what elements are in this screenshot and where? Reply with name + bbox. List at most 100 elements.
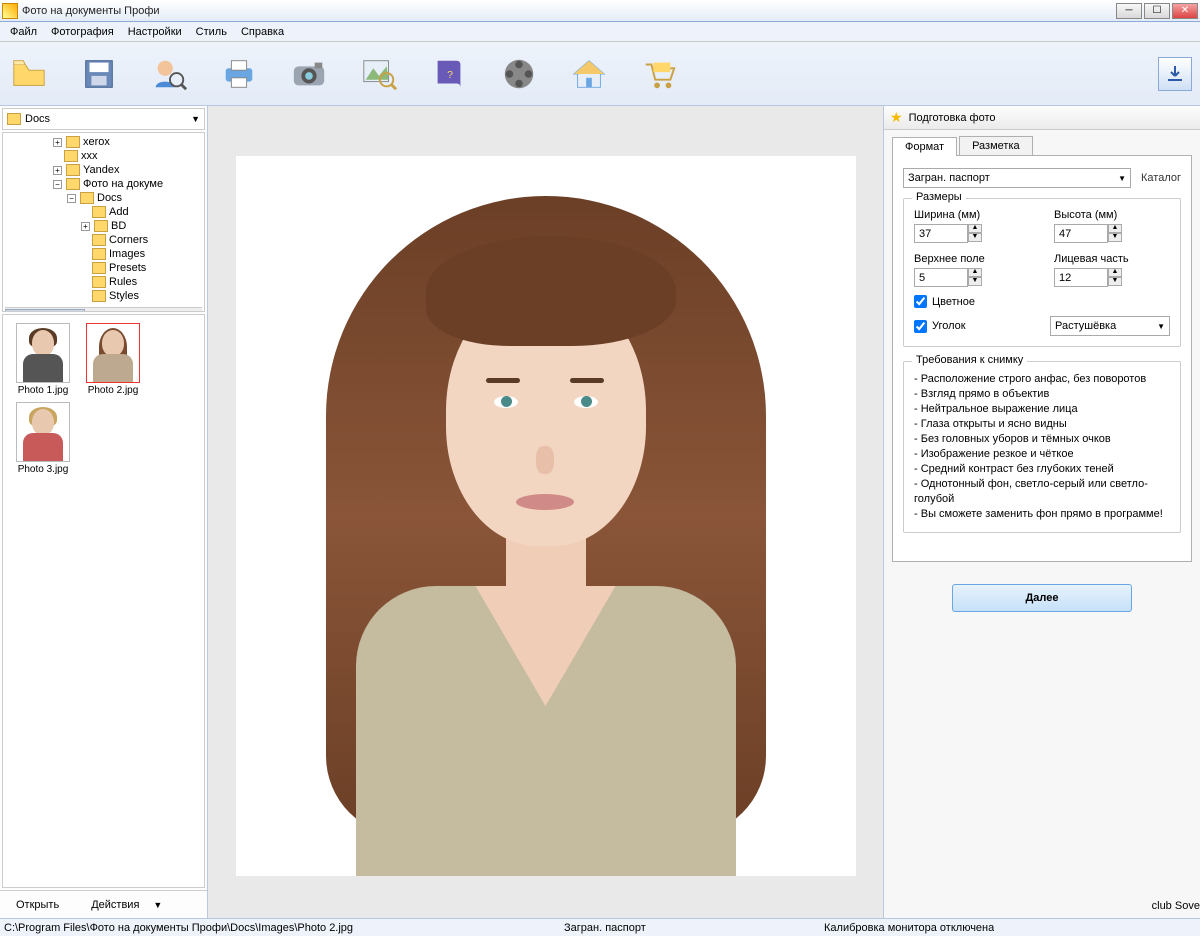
- chevron-down-icon: ▼: [153, 900, 162, 910]
- tree-item[interactable]: xxx: [81, 149, 98, 163]
- cart-button[interactable]: [638, 53, 680, 95]
- camera-button[interactable]: [288, 53, 330, 95]
- help-book-button[interactable]: ?: [428, 53, 470, 95]
- format-combo-value: Загран. паспорт: [908, 172, 990, 184]
- menu-help[interactable]: Справка: [235, 24, 290, 40]
- color-checkbox[interactable]: [914, 295, 927, 308]
- requirements-group: Требования к снимку Расположение строго …: [903, 361, 1181, 533]
- spin-up-icon[interactable]: ▲: [1108, 224, 1122, 233]
- spin-down-icon[interactable]: ▼: [1108, 277, 1122, 286]
- film-reel-button[interactable]: [498, 53, 540, 95]
- menu-settings[interactable]: Настройки: [122, 24, 188, 40]
- tree-item[interactable]: Docs: [97, 191, 122, 205]
- requirements-list: Расположение строго анфас, без поворотов…: [914, 372, 1170, 522]
- menubar: Файл Фотография Настройки Стиль Справка: [0, 22, 1200, 42]
- open-folder-button[interactable]: [8, 53, 50, 95]
- next-button[interactable]: Далее: [952, 584, 1132, 612]
- right-panel: ★ Подготовка фото Формат Разметка Загран…: [884, 106, 1200, 918]
- tree-item[interactable]: Rules: [109, 275, 137, 289]
- blur-combo-value: Растушёвка: [1055, 320, 1116, 332]
- svg-text:?: ?: [447, 69, 453, 80]
- spin-down-icon[interactable]: ▼: [1108, 233, 1122, 242]
- app-icon: [2, 3, 18, 19]
- tree-item[interactable]: Corners: [109, 233, 148, 247]
- statusbar: C:\Program Files\Фото на документы Профи…: [0, 918, 1200, 936]
- thumbnail-label: Photo 2.jpg: [81, 385, 145, 396]
- spin-down-icon[interactable]: ▼: [968, 233, 982, 242]
- requirement-item: Нейтральное выражение лица: [914, 402, 1170, 417]
- spin-up-icon[interactable]: ▲: [968, 224, 982, 233]
- right-panel-title: Подготовка фото: [909, 112, 996, 124]
- thumbnail-label: Photo 3.jpg: [11, 464, 75, 475]
- status-format: Загран. паспорт: [564, 922, 784, 934]
- menu-photo[interactable]: Фотография: [45, 24, 120, 40]
- format-combo[interactable]: Загран. паспорт ▼: [903, 168, 1131, 188]
- thumbnail-item-selected[interactable]: Photo 2.jpg: [81, 323, 145, 396]
- tree-item[interactable]: Presets: [109, 261, 146, 275]
- image-zoom-button[interactable]: [358, 53, 400, 95]
- home-button[interactable]: [568, 53, 610, 95]
- tree-item[interactable]: Фото на докуме: [83, 177, 163, 191]
- maximize-button[interactable]: ☐: [1144, 3, 1170, 19]
- folder-icon: [7, 113, 21, 125]
- close-button[interactable]: ✕: [1172, 3, 1198, 19]
- spin-up-icon[interactable]: ▲: [968, 268, 982, 277]
- topmargin-input[interactable]: [914, 268, 968, 287]
- menu-style[interactable]: Стиль: [190, 24, 233, 40]
- requirements-legend: Требования к снимку: [912, 354, 1027, 366]
- tree-item[interactable]: BD: [111, 219, 126, 233]
- tree-item[interactable]: Images: [109, 247, 145, 261]
- width-input[interactable]: [914, 224, 968, 243]
- tabs: Формат Разметка: [892, 136, 1192, 155]
- chevron-down-icon: ▼: [1157, 322, 1165, 331]
- download-button[interactable]: [1158, 57, 1192, 91]
- tree-item[interactable]: Styles: [109, 289, 139, 303]
- tree-item[interactable]: Add: [109, 205, 129, 219]
- sizes-group: Размеры Ширина (мм) ▲▼ Высота (мм) ▲▼ Ве…: [903, 198, 1181, 347]
- height-input[interactable]: [1054, 224, 1108, 243]
- thumbnail-label: Photo 1.jpg: [11, 385, 75, 396]
- tree-horizontal-scrollbar[interactable]: [5, 307, 202, 312]
- requirement-item: Глаза открыты и ясно видны: [914, 417, 1170, 432]
- requirement-item: Взгляд прямо в объектив: [914, 387, 1170, 402]
- folder-tree[interactable]: +xerox xxx +Yandex −Фото на докуме −Docs…: [2, 132, 205, 312]
- topmargin-spinner[interactable]: ▲▼: [914, 268, 1030, 287]
- thumbnail-item[interactable]: Photo 1.jpg: [11, 323, 75, 396]
- tree-item[interactable]: Yandex: [83, 163, 120, 177]
- requirement-item: Средний контраст без глубоких теней: [914, 462, 1170, 477]
- photo-preview[interactable]: [236, 156, 856, 876]
- requirement-item: Вы сможете заменить фон прямо в программ…: [914, 507, 1170, 522]
- person-search-button[interactable]: [148, 53, 190, 95]
- spin-down-icon[interactable]: ▼: [968, 277, 982, 286]
- requirement-item: Изображение резкое и чёткое: [914, 447, 1170, 462]
- titlebar: Фото на документы Профи ─ ☐ ✕: [0, 0, 1200, 22]
- height-spinner[interactable]: ▲▼: [1054, 224, 1170, 243]
- height-label: Высота (мм): [1054, 209, 1170, 221]
- catalog-link[interactable]: Каталог: [1141, 172, 1181, 184]
- color-label: Цветное: [932, 296, 975, 308]
- next-button-label: Далее: [1025, 592, 1058, 604]
- facepart-spinner[interactable]: ▲▼: [1054, 268, 1170, 287]
- tab-markup[interactable]: Разметка: [959, 136, 1033, 155]
- blur-combo[interactable]: Растушёвка ▼: [1050, 316, 1170, 336]
- actions-button[interactable]: Действия: [83, 897, 147, 913]
- facepart-input[interactable]: [1054, 268, 1108, 287]
- watermark: club Sovet: [1152, 900, 1200, 912]
- thumbnail-item[interactable]: Photo 3.jpg: [11, 402, 75, 475]
- status-path: C:\Program Files\Фото на документы Профи…: [4, 922, 524, 934]
- open-button[interactable]: Открыть: [8, 897, 67, 913]
- tab-format[interactable]: Формат: [892, 137, 957, 156]
- width-spinner[interactable]: ▲▼: [914, 224, 1030, 243]
- print-button[interactable]: [218, 53, 260, 95]
- tree-item[interactable]: xerox: [83, 135, 110, 149]
- topmargin-label: Верхнее поле: [914, 253, 1030, 265]
- spin-up-icon[interactable]: ▲: [1108, 268, 1122, 277]
- folder-combo[interactable]: Docs ▼: [2, 108, 205, 130]
- save-button[interactable]: [78, 53, 120, 95]
- star-icon: ★: [890, 109, 903, 126]
- minimize-button[interactable]: ─: [1116, 3, 1142, 19]
- toolbar: ?: [0, 42, 1200, 106]
- menu-file[interactable]: Файл: [4, 24, 43, 40]
- folder-combo-value: Docs: [25, 113, 50, 125]
- corner-checkbox[interactable]: [914, 320, 927, 333]
